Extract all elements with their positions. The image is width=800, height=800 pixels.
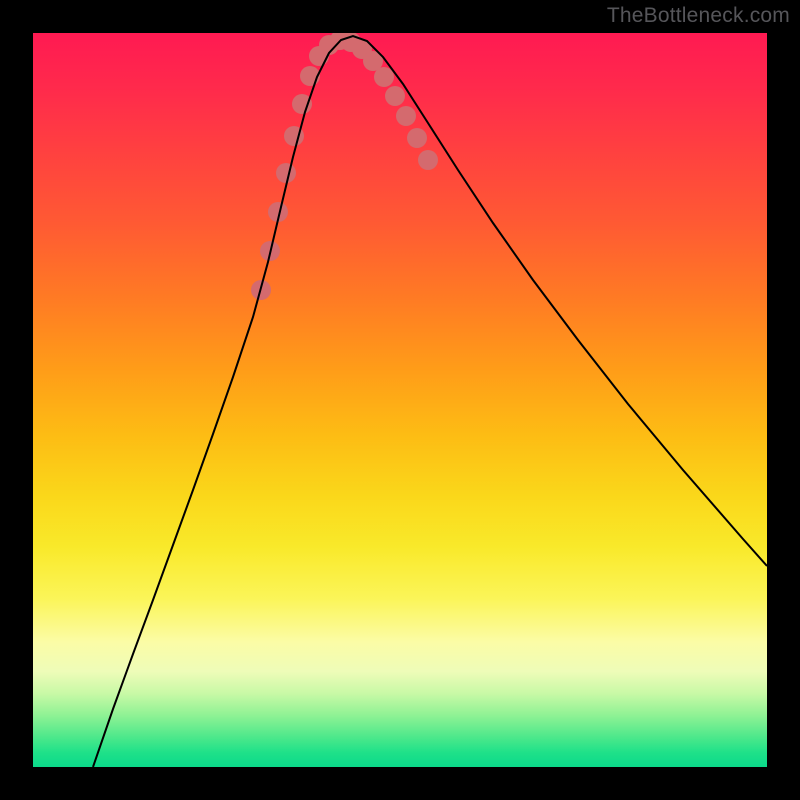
plot-area: [33, 33, 767, 767]
curve-marker: [396, 106, 416, 126]
chart-frame: TheBottleneck.com: [0, 0, 800, 800]
chart-svg: [33, 33, 767, 767]
markers-group: [251, 33, 438, 300]
watermark-text: TheBottleneck.com: [607, 4, 790, 28]
curve-marker: [407, 128, 427, 148]
curve-marker: [374, 67, 394, 87]
curve-marker: [418, 150, 438, 170]
curve-marker: [292, 94, 312, 114]
curve-marker: [276, 163, 296, 183]
bottleneck-curve: [93, 36, 767, 767]
curve-marker: [385, 86, 405, 106]
